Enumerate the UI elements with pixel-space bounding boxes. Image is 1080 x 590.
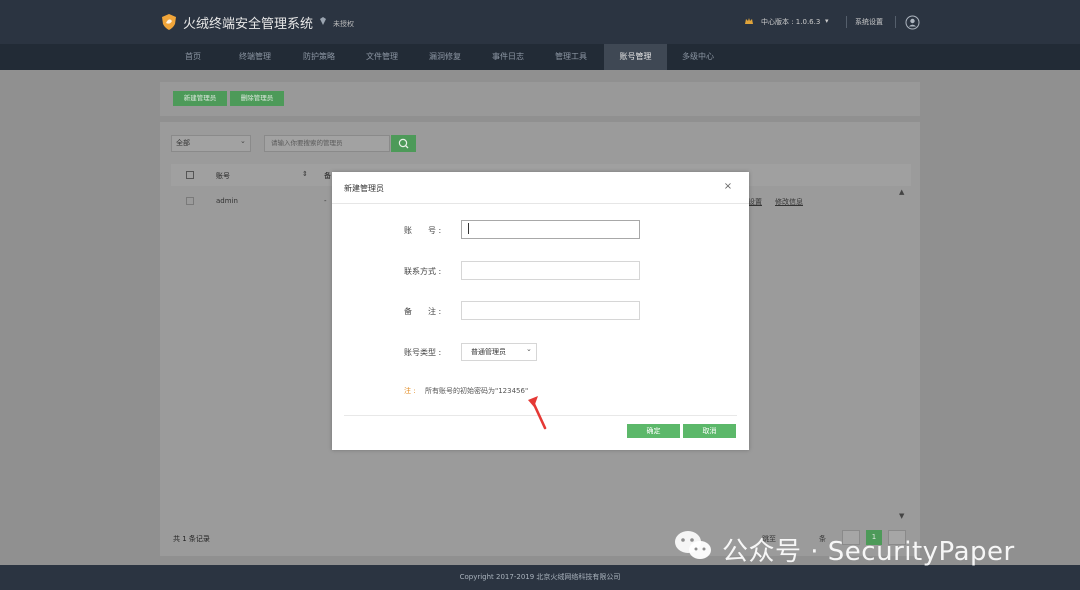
dialog-header [332,172,749,204]
system-settings-link[interactable]: 系统设置 [855,17,883,27]
nav-item-terminal[interactable]: 终端管理 [228,44,282,70]
nav-item-multicenter[interactable]: 多级中心 [671,44,725,70]
row-account: admin [216,197,238,205]
watermark-text: 公众号 · SecurityPaper [722,537,1015,567]
nav-item-home[interactable]: 首页 [171,44,215,70]
close-icon[interactable]: × [723,181,733,192]
header-divider [846,16,847,28]
chevron-down-icon: ▾ [825,17,829,25]
remark-label: 备 注 : [404,307,442,316]
total-records: 共 1 条记录 [173,535,210,543]
main-nav: 首页 终端管理 防护策略 文件管理 漏洞修复 事件日志 管理工具 账号管理 多级… [0,44,1080,70]
select-all-checkbox[interactable] [186,171,194,179]
account-label: 账 号 : [404,226,442,235]
contact-input[interactable] [461,261,640,280]
nav-item-tools[interactable]: 管理工具 [544,44,598,70]
nav-item-accounts[interactable]: 账号管理 [604,44,667,70]
account-input[interactable] [461,220,640,239]
sort-icon[interactable]: ⇕ [302,170,308,178]
account-type-label: 账号类型 : [404,348,442,357]
nav-item-files[interactable]: 文件管理 [355,44,409,70]
red-annotation-arrow [528,396,547,430]
nav-item-policy[interactable]: 防护策略 [292,44,346,70]
scroll-down-arrow[interactable]: ▼ [899,512,904,520]
remark-input[interactable] [461,301,640,320]
shield-logo-icon [162,14,176,30]
filter-select[interactable]: 全部 [171,135,251,152]
license-status: 未授权 [333,20,354,28]
nav-item-vuln[interactable]: 漏洞修复 [418,44,472,70]
footer-copyright: Copyright 2017-2019 北京火绒网络科技有限公司 [0,565,1080,590]
column-header-remark: 备 [324,172,331,180]
nav-item-events[interactable]: 事件日志 [481,44,535,70]
chevron-down-icon: ⌄ [240,137,246,145]
crown-icon [745,18,753,24]
row-checkbox[interactable] [186,197,194,205]
row-edit-info-link[interactable]: 修改信息 [775,197,803,207]
search-button[interactable] [391,135,416,152]
text-cursor [468,223,469,234]
wechat-icon [675,531,711,559]
note-text: 所有账号的初始密码为"123456" [425,387,529,395]
row-remark: - [324,197,327,205]
dialog-title: 新建管理员 [344,184,384,193]
header-divider [895,16,896,28]
chevron-down-icon: ⌄ [526,345,532,353]
cancel-button[interactable]: 取消 [683,424,736,438]
contact-label: 联系方式 : [404,267,442,276]
confirm-button[interactable]: 确定 [627,424,680,438]
search-input[interactable]: 请输入你要搜索的管理员 [264,135,390,152]
row-settings-link[interactable]: 设置 [748,197,762,207]
delete-admin-button[interactable]: 删除管理员 [230,91,284,106]
user-icon[interactable] [905,15,920,30]
app-title: 火绒终端安全管理系统 [183,17,314,32]
column-header-account: 账号 [216,172,230,180]
center-version-dropdown[interactable]: 中心版本 : 1.0.6.3 [761,17,820,27]
diamond-icon [320,17,326,25]
new-admin-button[interactable]: 新建管理员 [173,91,227,106]
scroll-up-arrow[interactable]: ▲ [899,188,904,196]
note-label: 注 : [404,387,416,395]
